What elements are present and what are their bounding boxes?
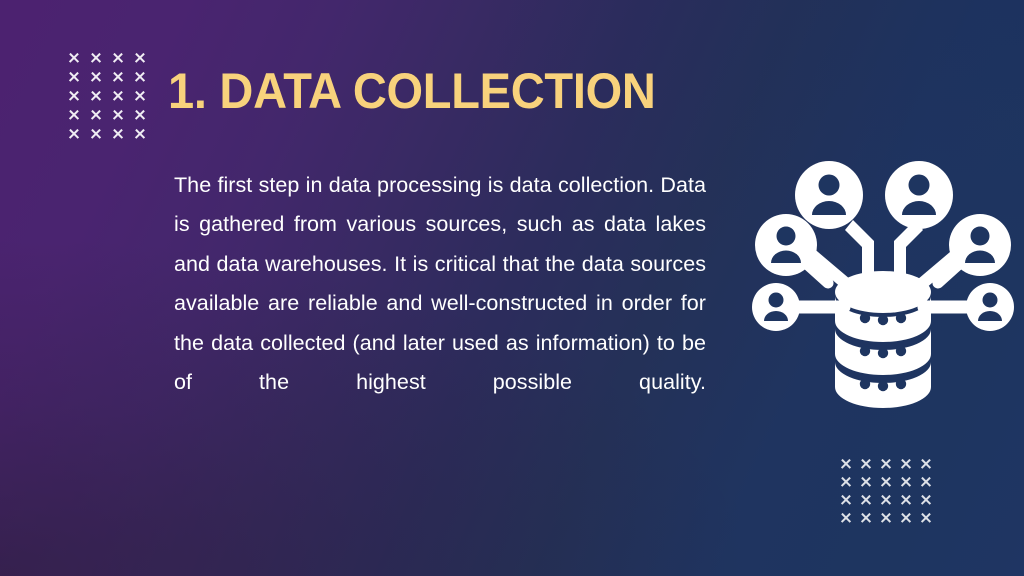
database-top-cap [835, 271, 931, 313]
slide-body-text: The first step in data processing is dat… [174, 173, 706, 395]
x-mark-icon [920, 476, 932, 488]
x-mark-icon [860, 458, 872, 470]
x-mark-icon [112, 52, 124, 64]
user-node-top-left [795, 161, 863, 229]
x-mark-icon [90, 109, 102, 121]
x-mark-icon [840, 494, 852, 506]
x-mark-icon [68, 128, 80, 140]
x-mark-icon [90, 90, 102, 102]
x-mark-icon [880, 512, 892, 524]
database-network-illustration [752, 155, 1014, 417]
x-marks-grid-top-left [68, 52, 156, 147]
x-mark-icon [68, 71, 80, 83]
x-mark-icon [90, 128, 102, 140]
x-mark-icon [134, 128, 146, 140]
x-mark-icon [880, 494, 892, 506]
database-cylinder [835, 271, 931, 408]
x-mark-icon [134, 52, 146, 64]
x-mark-icon [68, 109, 80, 121]
x-mark-icon [112, 71, 124, 83]
x-mark-icon [134, 90, 146, 102]
x-mark-icon [134, 109, 146, 121]
x-mark-icon [840, 512, 852, 524]
x-mark-icon [860, 494, 872, 506]
x-mark-icon [920, 512, 932, 524]
x-mark-icon [860, 476, 872, 488]
x-mark-icon [900, 458, 912, 470]
x-mark-icon [880, 476, 892, 488]
x-mark-icon [68, 90, 80, 102]
x-mark-icon [112, 90, 124, 102]
slide-title: 1. DATA COLLECTION [168, 63, 656, 119]
user-node-side-left [752, 283, 800, 331]
x-mark-icon [90, 71, 102, 83]
x-mark-icon [840, 476, 852, 488]
x-mark-icon [920, 494, 932, 506]
x-mark-icon [112, 109, 124, 121]
x-mark-icon [900, 512, 912, 524]
x-mark-icon [900, 476, 912, 488]
x-marks-grid-bottom-right [840, 458, 940, 530]
user-node-search-right [932, 214, 1011, 289]
x-mark-icon [134, 71, 146, 83]
x-mark-icon [68, 52, 80, 64]
x-mark-icon [920, 458, 932, 470]
x-mark-icon [880, 458, 892, 470]
x-mark-icon [900, 494, 912, 506]
x-mark-icon [90, 52, 102, 64]
user-node-top-right [885, 161, 953, 229]
x-mark-icon [860, 512, 872, 524]
x-mark-icon [840, 458, 852, 470]
user-node-side-right [966, 283, 1014, 331]
slide-canvas: 1. DATA COLLECTION The first step in dat… [0, 0, 1024, 576]
x-mark-icon [112, 128, 124, 140]
